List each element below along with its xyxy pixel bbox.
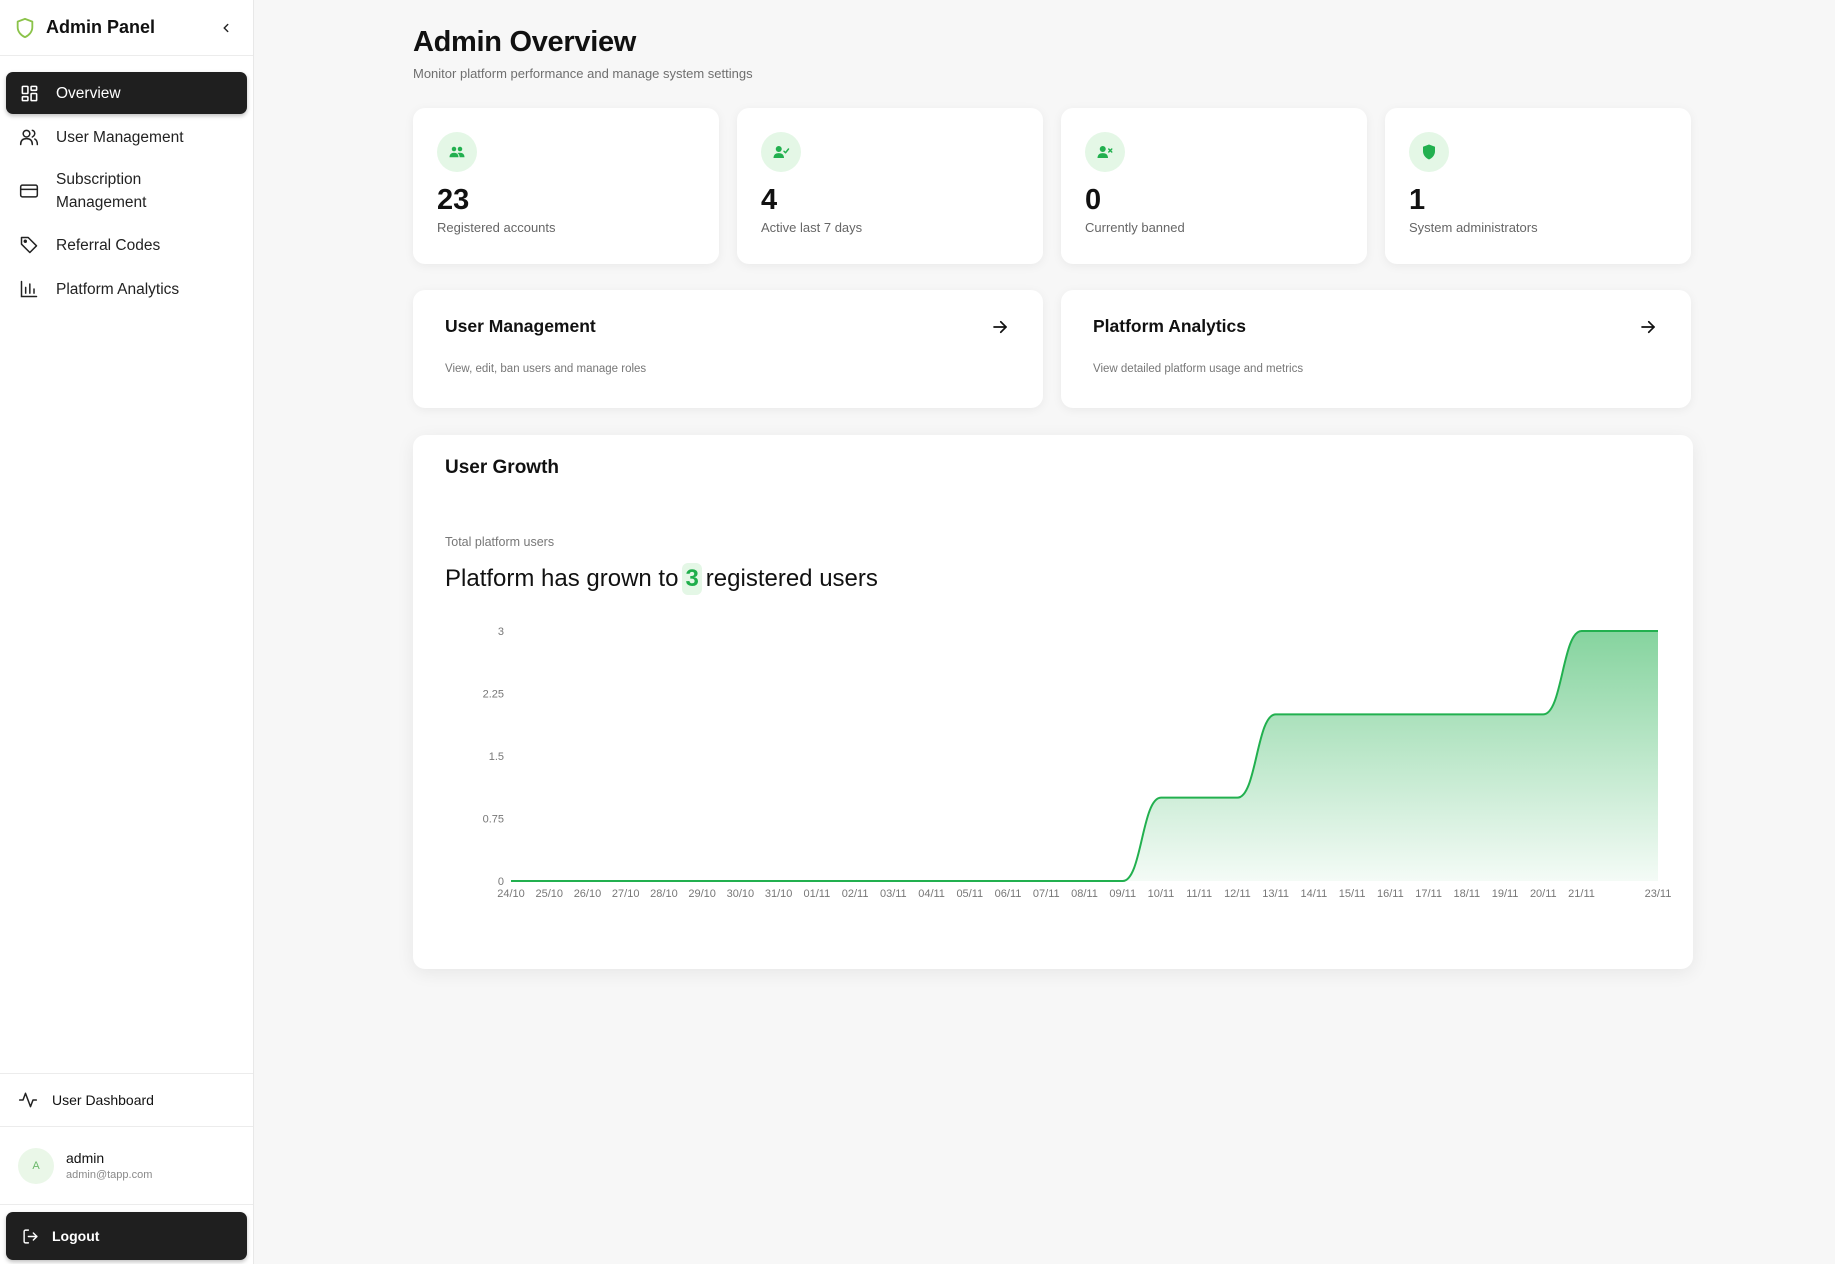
avatar: A [18,1147,54,1184]
stat-card-registered: 23 Registered accounts [413,108,719,264]
x-tick-label: 31/10 [765,888,793,900]
x-tick-label: 04/11 [918,888,945,900]
page-subtitle: Monitor platform performance and manage … [413,66,753,81]
link-card-description: View, edit, ban users and manage roles [445,363,647,375]
sidebar-item-user-management[interactable]: User Management [6,116,247,158]
stat-card-admins: 1 System administrators [1385,108,1691,264]
x-tick-label: 26/10 [574,888,602,900]
x-tick-label: 11/11 [1186,888,1212,900]
x-tick-label: 08/11 [1071,888,1098,900]
app-title: Admin Panel [46,17,156,37]
x-tick-label: 13/11 [1262,888,1289,900]
user-management-card[interactable]: User Management View, edit, ban users an… [413,290,1043,408]
x-tick-label: 19/11 [1492,888,1519,900]
link-card-title: Platform Analytics [1093,316,1247,336]
x-tick-label: 14/11 [1301,888,1328,900]
page-title: Admin Overview [413,26,637,58]
x-tick-label: 10/11 [1148,888,1175,900]
user-growth-chart: 0 0.75 1.5 2.25 3 24/10 25/10 26/10 27/10 28/10 29… [483,626,1672,900]
x-tick-label: 16/11 [1377,888,1404,900]
link-card-description: View detailed platform usage and metrics [1093,363,1304,375]
x-tick-label: 24/10 [497,888,525,900]
tag-icon [18,234,40,256]
grid-icon [18,82,40,104]
stat-value: 23 [437,184,470,216]
sidebar-footer: User Dashboard A admin admin@tapp.com Lo… [0,1073,253,1264]
x-tick-label: 20/11 [1530,888,1557,900]
sidebar-item-overview[interactable]: Overview [6,72,247,114]
quick-links: User Management View, edit, ban users an… [413,290,1693,408]
stat-label: Active last 7 days [761,220,863,235]
logout-icon [22,1226,42,1246]
platform-analytics-card[interactable]: Platform Analytics View detailed platfor… [1061,290,1691,408]
x-tick-label: 29/10 [688,888,716,900]
series-area [511,631,1658,881]
x-tick-label: 05/11 [956,888,983,900]
arrow-right-icon [991,318,1011,338]
sidebar-item-label: Subscription Management [56,171,147,211]
x-tick-label: 09/11 [1109,888,1136,900]
x-tick-label: 01/11 [804,888,831,900]
x-tick-label: 28/10 [650,888,678,900]
y-tick-label: 0 [498,876,504,888]
user-x-icon [1085,132,1125,172]
stats-grid: 23 Registered accounts 4 Active last 7 d… [413,108,1693,264]
user-dashboard-link[interactable]: User Dashboard [0,1073,253,1127]
x-tick-label: 27/10 [612,888,640,900]
x-tick-label: 25/10 [535,888,563,900]
sidebar-item-label: User Management [56,128,184,146]
user-profile: A admin admin@tapp.com [0,1127,253,1205]
stat-card-banned: 0 Currently banned [1061,108,1367,264]
sidebar-item-referral-codes[interactable]: Referral Codes [6,224,247,266]
arrow-right-icon [1639,318,1659,338]
users-icon [18,126,40,148]
stat-value: 1 [1409,184,1426,216]
x-tick-label: 23/11 [1645,888,1672,900]
profile-email: admin@tapp.com [66,1169,153,1181]
shield-logo-icon [14,17,36,39]
sidebar: Admin Panel Overview User Management Sub… [0,0,254,1264]
user-growth-card: User Growth Total platform users Platfor… [413,435,1693,969]
stat-value: 4 [761,184,778,216]
user-dashboard-label: User Dashboard [52,1092,154,1108]
sidebar-item-label: Overview [56,84,121,102]
sidebar-header: Admin Panel [0,0,253,56]
x-tick-label: 21/11 [1568,888,1595,900]
stat-label: Currently banned [1085,220,1185,235]
chevron-left-icon[interactable] [215,17,237,39]
x-tick-label: 17/11 [1415,888,1442,900]
profile-name: admin [66,1150,105,1166]
sidebar-item-subscription-management[interactable]: Subscription Management [6,160,247,222]
x-tick-label: 07/11 [1033,888,1060,900]
y-tick-label: 0.75 [483,814,504,826]
stat-label: System administrators [1409,220,1538,235]
x-tick-label: 03/11 [880,888,907,900]
x-tick-label: 30/10 [727,888,755,900]
stat-label: Registered accounts [437,220,556,235]
x-tick-label: 15/11 [1339,888,1366,900]
sidebar-item-label: Platform Analytics [56,280,180,298]
x-tick-label: 12/11 [1224,888,1251,900]
sidebar-item-platform-analytics[interactable]: Platform Analytics [6,268,247,310]
user-check-icon [761,132,801,172]
sidebar-item-label: Referral Codes [56,236,161,254]
y-tick-label: 3 [498,626,504,638]
link-card-title: User Management [445,316,596,336]
shield-icon [1409,132,1449,172]
x-tick-label: 06/11 [995,888,1022,900]
y-tick-label: 1.5 [489,751,504,763]
users-icon [437,132,477,172]
bar-chart-icon [18,278,40,300]
x-tick-label: 18/11 [1453,888,1480,900]
x-tick-label: 02/11 [842,888,869,900]
stat-value: 0 [1085,184,1102,216]
activity-icon [18,1089,40,1111]
y-tick-label: 2.25 [483,689,504,701]
sidebar-nav: Overview User Management Subscription Ma… [0,56,253,310]
stat-card-active: 4 Active last 7 days [737,108,1043,264]
credit-card-icon [18,180,40,202]
logout-button[interactable]: Logout [6,1212,247,1260]
logout-label: Logout [52,1228,100,1244]
